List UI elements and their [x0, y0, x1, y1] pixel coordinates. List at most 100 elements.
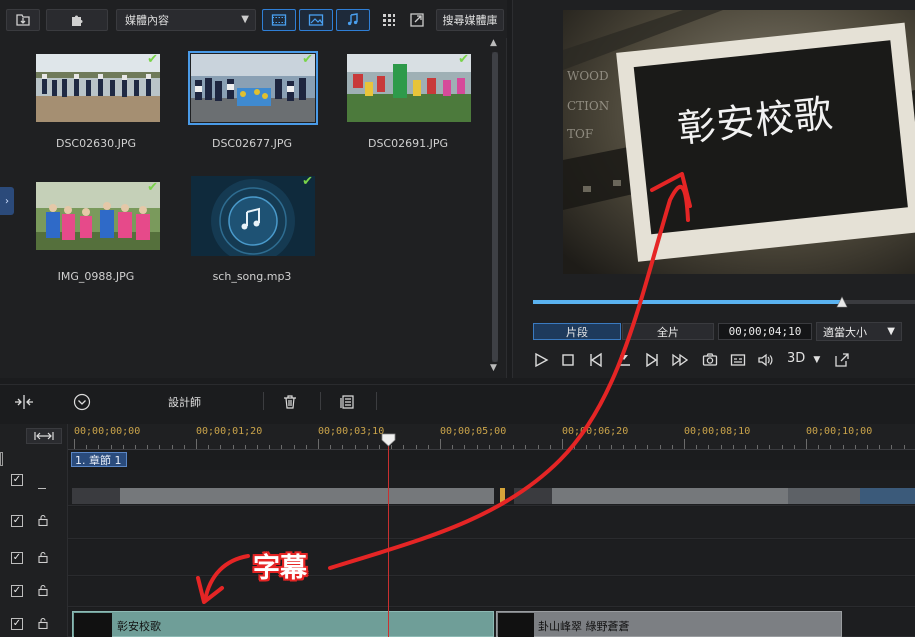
- chapter-track: [68, 451, 915, 469]
- subtitle-button[interactable]: [728, 350, 748, 370]
- ruler-label: 00;00;06;20: [562, 426, 629, 437]
- ruler-tick: [806, 439, 807, 449]
- photo-thumbnail: [188, 51, 318, 125]
- track-enable-checkbox[interactable]: ✓: [11, 618, 23, 630]
- chapter-marker[interactable]: 1. 章節 1: [71, 452, 127, 467]
- ruler-tick: [769, 445, 771, 449]
- timecode-display[interactable]: 00;00;04;10: [718, 323, 812, 340]
- video-track-4[interactable]: [68, 577, 915, 607]
- next-frame-button[interactable]: [642, 350, 662, 370]
- filter-image-button[interactable]: [299, 9, 333, 31]
- chapter-track-head: [0, 452, 3, 466]
- playhead-handle-icon[interactable]: [381, 433, 396, 447]
- movie-mode-tab[interactable]: 全片: [622, 323, 714, 340]
- timeline-ruler[interactable]: 00;00;00;00 00;00;01;20 00;00;03;10 00;0…: [68, 424, 915, 450]
- media-content-select-label: 媒體內容: [125, 14, 169, 27]
- library-item-4[interactable]: ✔: [36, 180, 160, 254]
- 3d-mode-button[interactable]: 3D ▼: [787, 351, 820, 366]
- expand-side-panel-handle[interactable]: ›: [0, 187, 14, 215]
- filter-video-button[interactable]: [262, 9, 296, 31]
- step-forward-icon: [646, 352, 658, 368]
- mark-button[interactable]: [614, 350, 634, 370]
- film-icon: [271, 14, 287, 26]
- music-note-icon: [347, 13, 358, 26]
- snapshot-button[interactable]: [700, 350, 720, 370]
- delete-button[interactable]: [281, 393, 299, 411]
- ruler-tick: [293, 445, 295, 449]
- track-manager-button[interactable]: [338, 393, 356, 411]
- ruler-tick: [818, 445, 820, 449]
- ruler-tick: [232, 445, 234, 449]
- camera-icon: [702, 353, 718, 366]
- checkmark-icon: ✔: [147, 180, 158, 195]
- lock-icon[interactable]: [37, 514, 49, 526]
- video-clip-thumbnail[interactable]: [72, 488, 122, 504]
- ruler-tick: [220, 445, 222, 449]
- scroll-down-icon[interactable]: ▼: [490, 363, 497, 373]
- ruler-tick: [488, 445, 490, 449]
- zoom-select[interactable]: 適當大小 ▼: [816, 322, 902, 341]
- ruler-tick: [269, 445, 271, 449]
- ruler-tick: [610, 445, 612, 449]
- toolbar-divider: [263, 392, 264, 410]
- lock-icon[interactable]: [37, 584, 49, 596]
- video-clip-thumbnail[interactable]: [860, 488, 915, 504]
- library-item-5[interactable]: ✔: [191, 174, 315, 256]
- playhead-knob-icon[interactable]: [836, 296, 848, 308]
- scroll-thumb[interactable]: [492, 52, 498, 362]
- ruler-tick: [513, 445, 515, 449]
- track-collapse-icon[interactable]: [38, 488, 46, 489]
- checkmark-icon: ✔: [458, 52, 469, 67]
- timeline-toolbar: [0, 384, 915, 420]
- fit-timeline-button[interactable]: [26, 428, 62, 444]
- fast-forward-button[interactable]: [670, 350, 690, 370]
- ruler-label: 00;00;00;00: [74, 426, 141, 437]
- filter-audio-button[interactable]: [336, 9, 370, 31]
- library-item-2[interactable]: ✔: [188, 51, 318, 126]
- library-item-label: sch_song.mp3: [212, 270, 292, 283]
- step-back-icon: [590, 352, 602, 368]
- track-enable-checkbox[interactable]: ✓: [11, 515, 23, 527]
- lock-icon[interactable]: [37, 617, 49, 629]
- previous-frame-button[interactable]: [586, 350, 606, 370]
- scroll-up-icon[interactable]: ▲: [490, 38, 497, 48]
- transition-marker[interactable]: [500, 488, 505, 504]
- video-clip[interactable]: [552, 488, 789, 504]
- ruler-tick: [427, 445, 429, 449]
- library-item-label: IMG_0988.JPG: [57, 270, 135, 283]
- video-track-2[interactable]: [68, 507, 915, 539]
- ruler-tick: [135, 445, 136, 449]
- split-button[interactable]: [12, 393, 36, 411]
- chevron-circle-icon: [73, 393, 91, 411]
- view-grid-button[interactable]: [378, 9, 400, 31]
- puzzle-icon: [72, 15, 83, 26]
- import-media-button[interactable]: [6, 9, 40, 31]
- library-item-3[interactable]: ✔: [347, 52, 471, 126]
- undock-preview-button[interactable]: [832, 350, 852, 370]
- track-enable-checkbox[interactable]: ✓: [11, 474, 23, 486]
- track-enable-checkbox[interactable]: ✓: [11, 585, 23, 597]
- clip-mode-tab[interactable]: 片段: [533, 323, 621, 340]
- video-clip-thumbnail[interactable]: [514, 488, 554, 504]
- play-button[interactable]: [531, 350, 551, 370]
- search-library-button[interactable]: 搜尋媒體庫: [436, 9, 504, 31]
- video-track-3[interactable]: [68, 540, 915, 576]
- library-scrollbar[interactable]: ▲ ▼: [489, 38, 501, 376]
- track-enable-checkbox[interactable]: ✓: [11, 552, 23, 564]
- title-clip-thumbnail: [74, 613, 112, 637]
- volume-button[interactable]: [755, 350, 775, 370]
- video-clip-thumbnail[interactable]: [788, 488, 860, 504]
- designer-button[interactable]: 設計師: [168, 394, 201, 410]
- library-item-1[interactable]: ✔: [36, 52, 160, 126]
- ruler-tick: [171, 445, 173, 449]
- media-content-select[interactable]: 媒體內容 ▼: [116, 9, 256, 31]
- more-options-button[interactable]: [72, 392, 92, 412]
- video-clip[interactable]: [120, 488, 494, 504]
- title-clip-2-label: 卦山峰翠 綠野蒼蒼: [538, 620, 630, 633]
- plugins-button[interactable]: [46, 9, 108, 31]
- import-icon: [16, 14, 30, 26]
- annotation-label: 字幕: [253, 553, 307, 584]
- lock-icon[interactable]: [37, 551, 49, 563]
- stop-button[interactable]: [558, 350, 578, 370]
- expand-library-button[interactable]: [406, 9, 428, 31]
